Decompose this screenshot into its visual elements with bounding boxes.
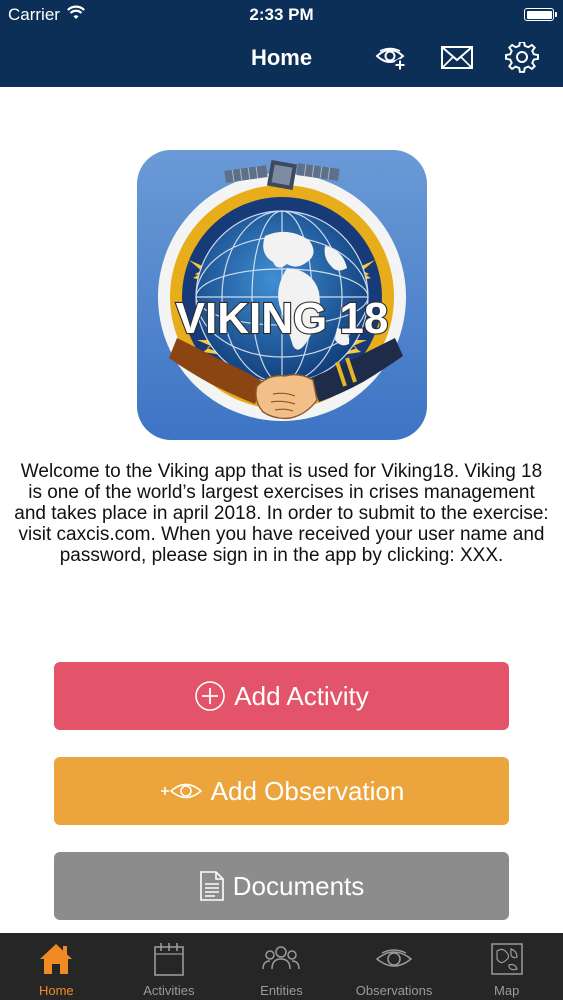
tab-label: Map — [494, 983, 520, 998]
people-icon — [225, 941, 338, 977]
eye-icon — [338, 941, 451, 977]
status-bar: Carrier 2:33 PM — [0, 0, 563, 30]
tab-activities[interactable]: Activities — [113, 933, 226, 1000]
tab-label: Observations — [355, 983, 433, 998]
add-observation-button[interactable]: Add Observation — [54, 757, 509, 825]
carrier-label: Carrier — [8, 5, 60, 24]
mail-icon[interactable] — [440, 42, 474, 74]
logo-text: VIKING 18 — [176, 294, 389, 343]
tab-entities[interactable]: Entities — [225, 933, 338, 1000]
plus-circle-icon — [194, 680, 226, 712]
documents-label: Documents — [232, 870, 365, 901]
viking-18-logo: VIKING 18 — [137, 150, 427, 440]
add-activity-label: Add Activity — [234, 680, 369, 711]
settings-icon[interactable] — [505, 40, 539, 74]
welcome-text: Welcome to the Viking app that is used f… — [14, 461, 549, 566]
home-icon — [0, 941, 113, 977]
tab-label: Entities — [260, 983, 303, 998]
calendar-icon — [113, 941, 226, 977]
tab-home[interactable]: Home — [0, 933, 113, 1000]
tab-bar: Home Activities Entities Observations Ma… — [0, 933, 563, 1000]
documents-button[interactable]: Documents — [54, 852, 509, 920]
add-activity-button[interactable]: Add Activity — [54, 662, 509, 730]
battery-icon — [524, 8, 557, 21]
tab-label: Activities — [143, 983, 195, 998]
tab-map[interactable]: Map — [450, 933, 563, 1000]
document-icon — [199, 870, 225, 902]
page-title: Home — [250, 45, 313, 70]
tab-observations[interactable]: Observations — [338, 933, 451, 1000]
add-observation-label: Add Observation — [210, 775, 405, 806]
wifi-icon — [66, 3, 86, 26]
add-observation-icon[interactable] — [375, 42, 409, 74]
add-observation-icon — [159, 777, 203, 805]
map-icon — [450, 941, 563, 977]
tab-label: Home — [38, 983, 74, 998]
navigation-bar: Home — [0, 30, 563, 87]
